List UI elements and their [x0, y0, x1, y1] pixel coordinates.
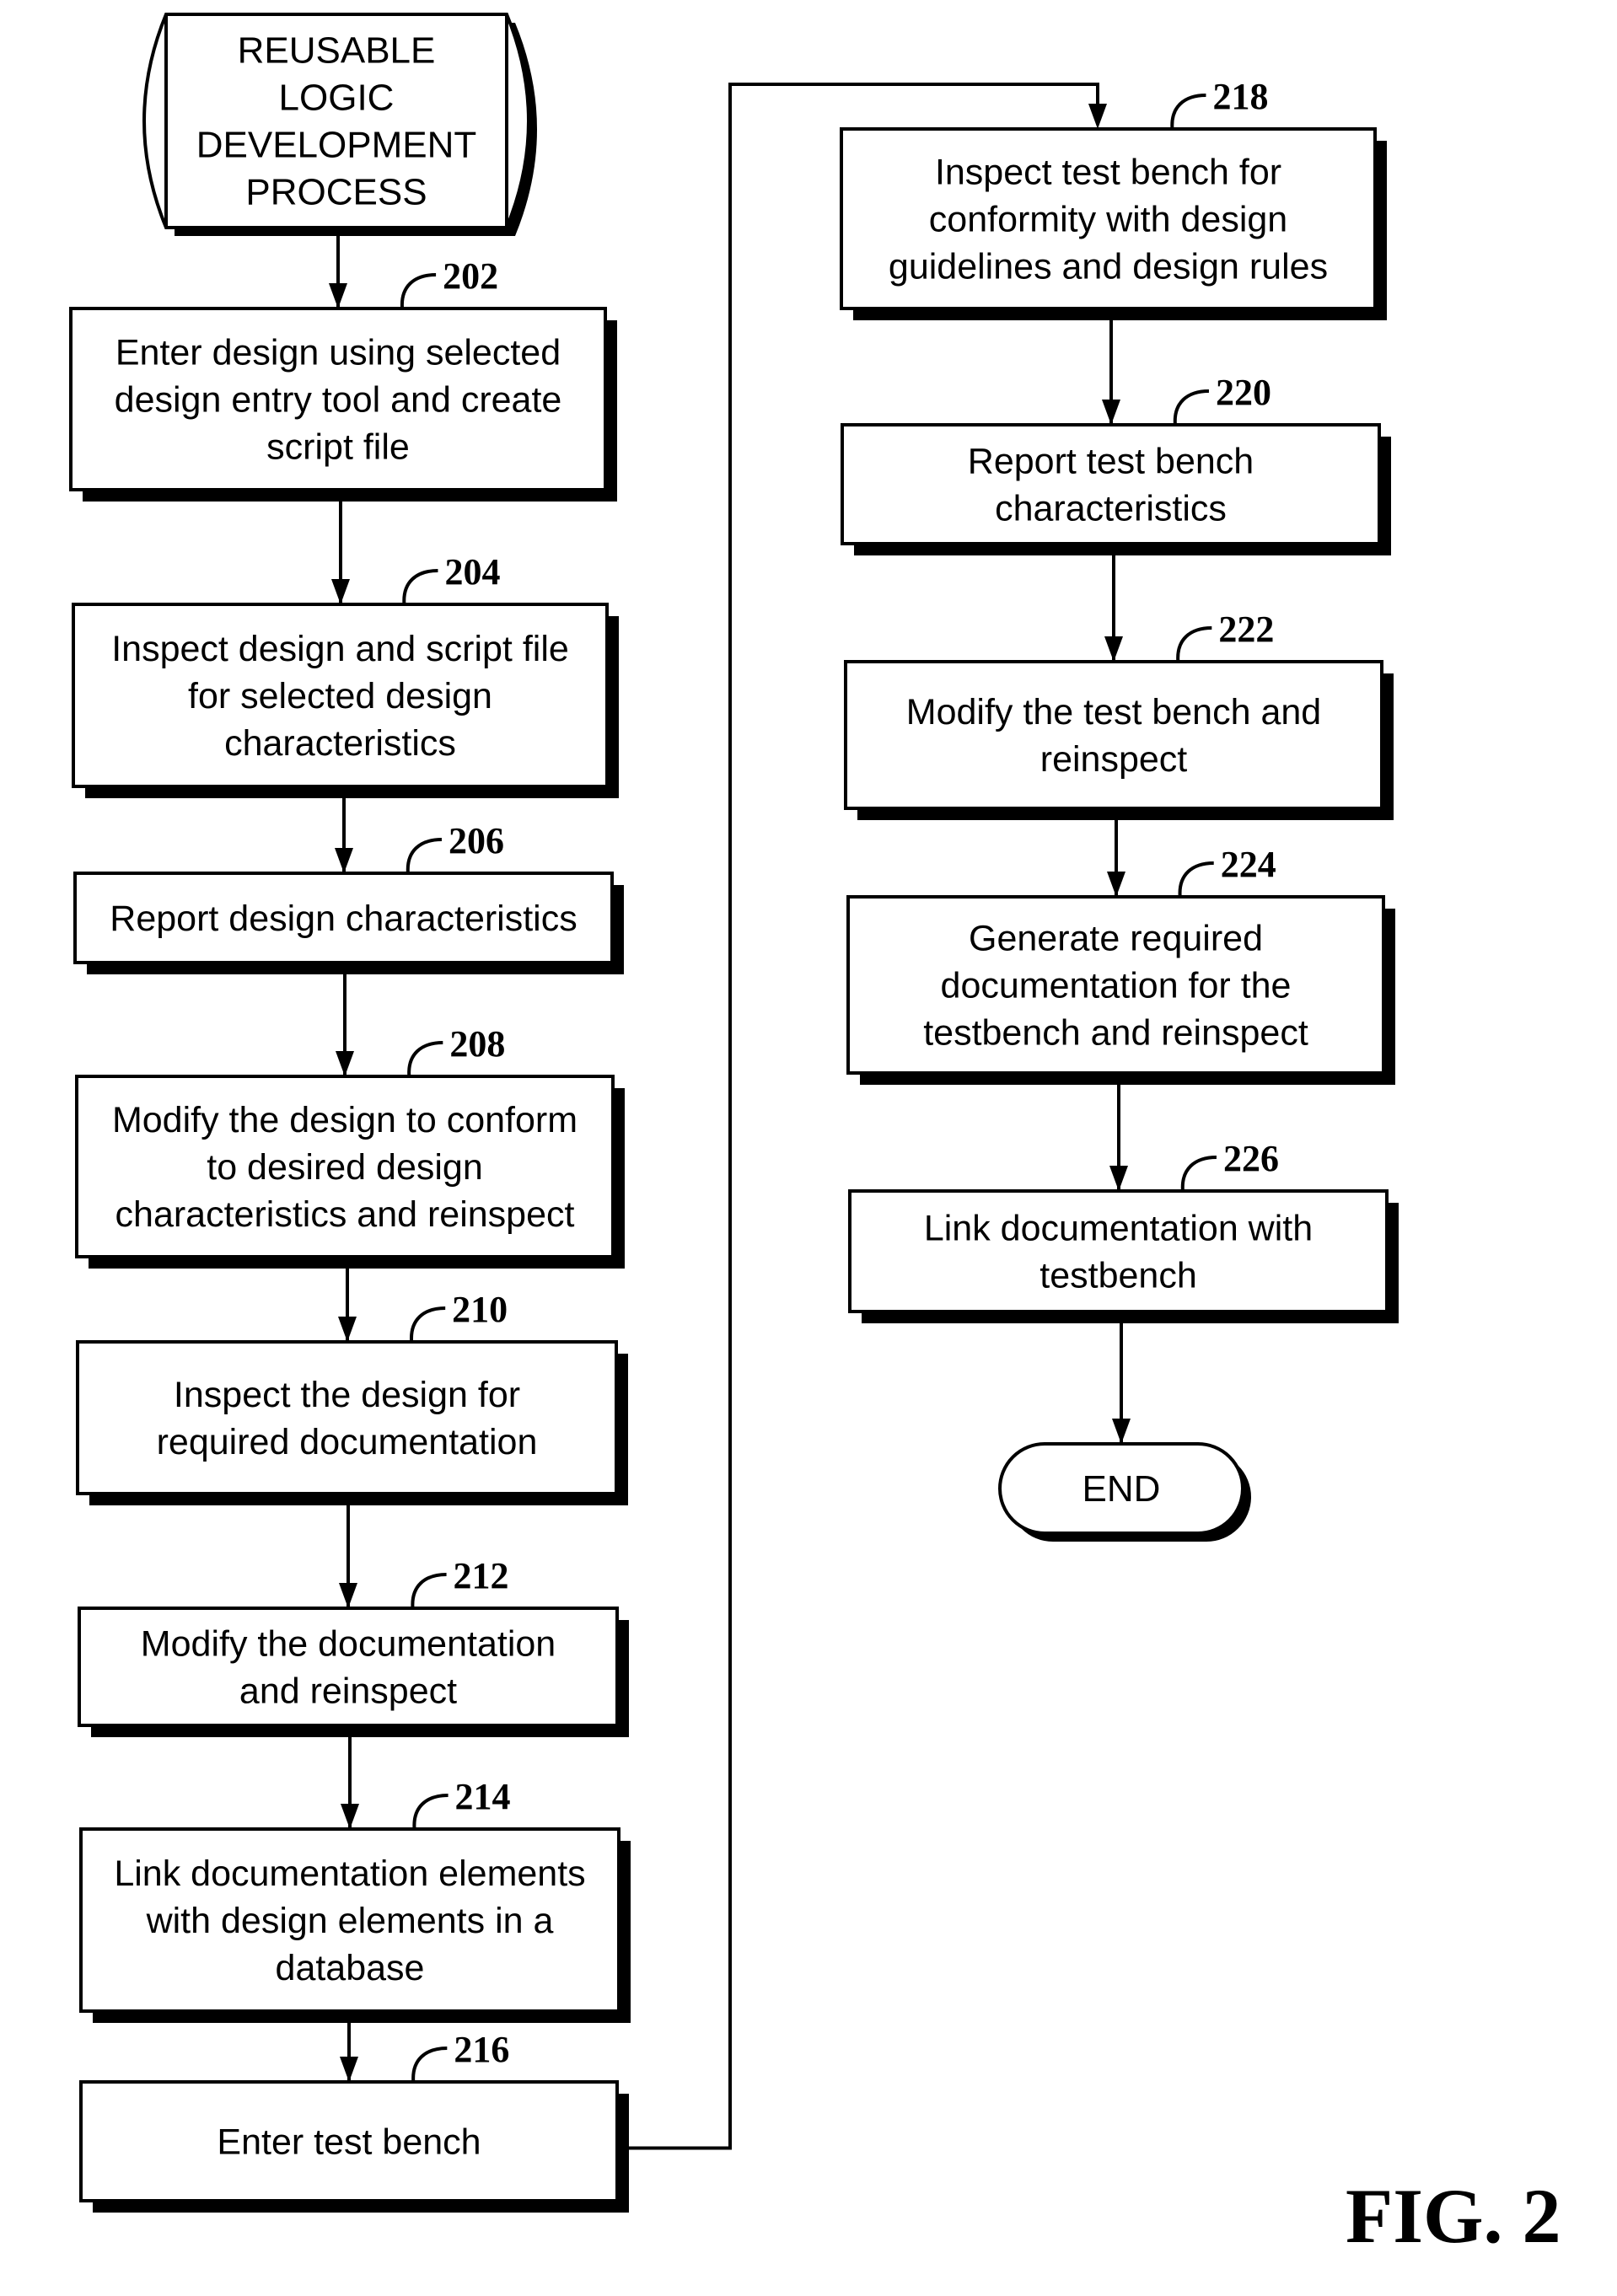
step-text: required documentation — [157, 1422, 538, 1462]
reference-leader — [406, 838, 442, 874]
process-step-220: Report test bench characteristics 220 — [841, 372, 1391, 555]
step-text: documentation for the — [941, 966, 1292, 1006]
arrowhead-icon — [340, 2057, 358, 2082]
step-text: Report test bench — [968, 442, 1254, 482]
reference-leader — [400, 273, 437, 309]
process-step-218: Inspect test bench for conformity with de… — [840, 76, 1387, 320]
reference-number: 224 — [1221, 844, 1276, 885]
arrowhead-icon — [1109, 1166, 1128, 1191]
step-text: Link documentation elements — [114, 1853, 585, 1894]
flowchart: REUSABLE LOGIC DEVELOPMENT PROCESS Enter des… — [69, 13, 1561, 2259]
step-text: script file — [266, 427, 410, 468]
step-text: reinspect — [1040, 739, 1188, 780]
arrowhead-icon — [1088, 104, 1107, 129]
arrowhead-icon — [1107, 872, 1125, 897]
figure-label: FIG. 2 — [1346, 2173, 1561, 2259]
step-text: database — [276, 1948, 425, 1988]
arrowhead-icon — [339, 1583, 357, 1608]
reference-number: 210 — [452, 1289, 508, 1330]
start-label: REUSABLE — [238, 30, 436, 72]
reference-leader — [402, 569, 438, 605]
process-step-212: Modify the documentation and reinspect 212 — [78, 1555, 629, 1737]
reference-number: 214 — [455, 1776, 511, 1817]
reference-number: 218 — [1212, 76, 1268, 117]
step-text: conformity with design — [929, 200, 1287, 240]
reference-leader — [1180, 1156, 1217, 1192]
step-text: design entry tool and create — [115, 380, 562, 421]
reference-leader — [1178, 861, 1214, 898]
step-text: for selected design — [188, 676, 492, 716]
arrowhead-icon — [1112, 1419, 1131, 1444]
reference-leader — [412, 1794, 449, 1830]
arrowhead-icon — [1104, 636, 1123, 662]
step-text: Report design characteristics — [110, 899, 577, 939]
end-label: END — [1082, 1468, 1161, 1510]
arrowhead-icon — [338, 1317, 357, 1342]
reference-number: 220 — [1216, 372, 1271, 413]
reference-leader — [411, 1573, 447, 1609]
step-text: testbench and reinspect — [923, 1013, 1308, 1054]
step-text: Modify the test bench and — [906, 692, 1321, 732]
process-step-216: Enter test bench 216 — [79, 2029, 629, 2213]
step-text: and reinspect — [239, 1671, 457, 1712]
step-text: Inspect the design for — [174, 1375, 520, 1415]
nodes: REUSABLE LOGIC DEVELOPMENT PROCESS Enter des… — [69, 13, 1399, 2213]
start-terminator: REUSABLE LOGIC DEVELOPMENT PROCESS — [142, 13, 537, 236]
step-text: testbench — [1040, 1256, 1196, 1296]
step-text: Modify the documentation — [141, 1624, 556, 1665]
reference-number: 216 — [454, 2029, 509, 2070]
reference-leader — [1173, 389, 1209, 426]
reference-number: 208 — [449, 1023, 505, 1065]
start-label: PROCESS — [245, 172, 427, 213]
end-terminator: END — [998, 1442, 1251, 1542]
step-text: Link documentation with — [924, 1209, 1313, 1249]
reference-number: 202 — [443, 255, 498, 297]
step-text: Enter design using selected — [116, 333, 561, 373]
arrowhead-icon — [335, 848, 353, 873]
step-text: Inspect design and script file — [111, 629, 569, 669]
process-step-214: Link documentation elements with design e… — [79, 1776, 631, 2023]
reference-leader — [411, 2047, 448, 2083]
arrowhead-icon — [329, 283, 347, 308]
step-text: Enter test bench — [217, 2122, 481, 2163]
process-box — [844, 660, 1383, 810]
arrowhead-icon — [1102, 400, 1120, 425]
step-text: Inspect test bench for — [935, 153, 1281, 193]
reference-leader — [1176, 626, 1212, 663]
reference-number: 206 — [449, 820, 504, 861]
arrowhead-icon — [336, 1051, 354, 1076]
start-label: DEVELOPMENT — [196, 125, 477, 166]
reference-number: 222 — [1218, 609, 1274, 650]
step-text: with design elements in a — [146, 1901, 554, 1941]
arrowhead-icon — [331, 579, 350, 604]
step-text: Modify the design to conform — [112, 1100, 578, 1140]
reference-leader — [1170, 94, 1206, 130]
connector-216-218 — [617, 83, 1099, 2150]
step-text: guidelines and design rules — [889, 247, 1328, 287]
process-box — [76, 1340, 618, 1495]
reference-number: 226 — [1223, 1138, 1279, 1179]
reference-leader — [410, 1306, 446, 1343]
reference-leader — [407, 1041, 443, 1077]
arrowhead-icon — [341, 1804, 359, 1829]
step-text: to desired design — [207, 1147, 483, 1188]
step-text: characteristics — [995, 489, 1227, 529]
reference-number: 212 — [454, 1555, 509, 1596]
step-text: Generate required — [969, 919, 1263, 959]
reference-number: 204 — [444, 551, 500, 593]
step-text: characteristics and reinspect — [116, 1194, 575, 1235]
start-label: LOGIC — [279, 78, 395, 119]
process-step-206: Report design characteristics 206 — [73, 820, 624, 974]
step-text: characteristics — [224, 723, 456, 764]
